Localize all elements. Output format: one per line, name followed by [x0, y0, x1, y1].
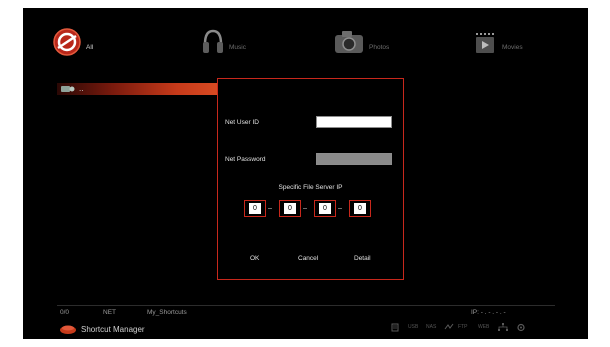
file-list-row[interactable]: ..	[57, 83, 217, 95]
web-indicator: WEB	[478, 324, 490, 330]
tab-photos[interactable]: Photos	[333, 22, 389, 62]
user-id-label: Net User ID	[225, 119, 259, 126]
tab-all[interactable]: All	[52, 22, 93, 62]
usb-indicator: USB	[408, 324, 419, 330]
tab-movies-label: Movies	[502, 43, 523, 51]
cancel-button[interactable]: Cancel	[298, 255, 318, 262]
storage-icon	[391, 323, 399, 332]
ip-octet-4[interactable]: 0	[349, 200, 371, 217]
settings-icon	[517, 323, 525, 332]
server-ip-label: Specific File Server IP	[278, 184, 343, 191]
ip-octet-1-value: 0	[249, 203, 261, 214]
network-folder-icon	[61, 86, 75, 92]
ip-separator	[268, 208, 272, 209]
status-divider	[57, 305, 555, 306]
ip-octet-2[interactable]: 0	[279, 200, 301, 217]
shortcut-manager-icon	[60, 325, 76, 334]
ok-button[interactable]: OK	[250, 255, 259, 262]
tab-music-label: Music	[229, 43, 246, 51]
tab-all-label: All	[86, 43, 94, 51]
file-row-label: ..	[79, 84, 84, 93]
source-label: NET	[103, 309, 116, 316]
ip-octet-3-value: 0	[319, 203, 331, 214]
ip-octet-3[interactable]: 0	[314, 200, 336, 217]
network-login-dialog: Net User ID Net Password Specific File S…	[217, 78, 404, 280]
tab-movies[interactable]: Movies	[472, 22, 523, 62]
item-count: 0/0	[60, 309, 70, 316]
shortcut-manager-label[interactable]: Shortcut Manager	[81, 325, 145, 334]
ip-octet-2-value: 0	[284, 203, 296, 214]
path-label: My_Shortcuts	[147, 309, 187, 316]
tab-music[interactable]: Music	[201, 22, 246, 62]
detail-button[interactable]: Detail	[354, 255, 371, 262]
ip-separator	[303, 208, 307, 209]
link-icon	[444, 323, 454, 330]
all-media-icon	[53, 28, 81, 56]
headphones-icon	[203, 29, 223, 53]
ip-octet-1[interactable]: 0	[244, 200, 266, 217]
camera-icon	[335, 31, 363, 53]
user-id-field[interactable]	[316, 116, 392, 128]
password-label: Net Password	[225, 156, 266, 163]
network-icon	[498, 323, 508, 331]
nas-indicator: NAS	[426, 324, 437, 330]
tab-photos-label: Photos	[369, 43, 390, 51]
film-icon	[476, 33, 494, 53]
ip-separator	[338, 208, 342, 209]
ip-status: IP: - . - . - . -	[471, 309, 506, 316]
ip-octet-4-value: 0	[354, 203, 366, 214]
media-browser-screen: All Music Photos Movies .. Net User ID N…	[23, 8, 588, 339]
ftp-indicator: FTP	[458, 324, 468, 330]
password-field[interactable]	[316, 153, 392, 165]
